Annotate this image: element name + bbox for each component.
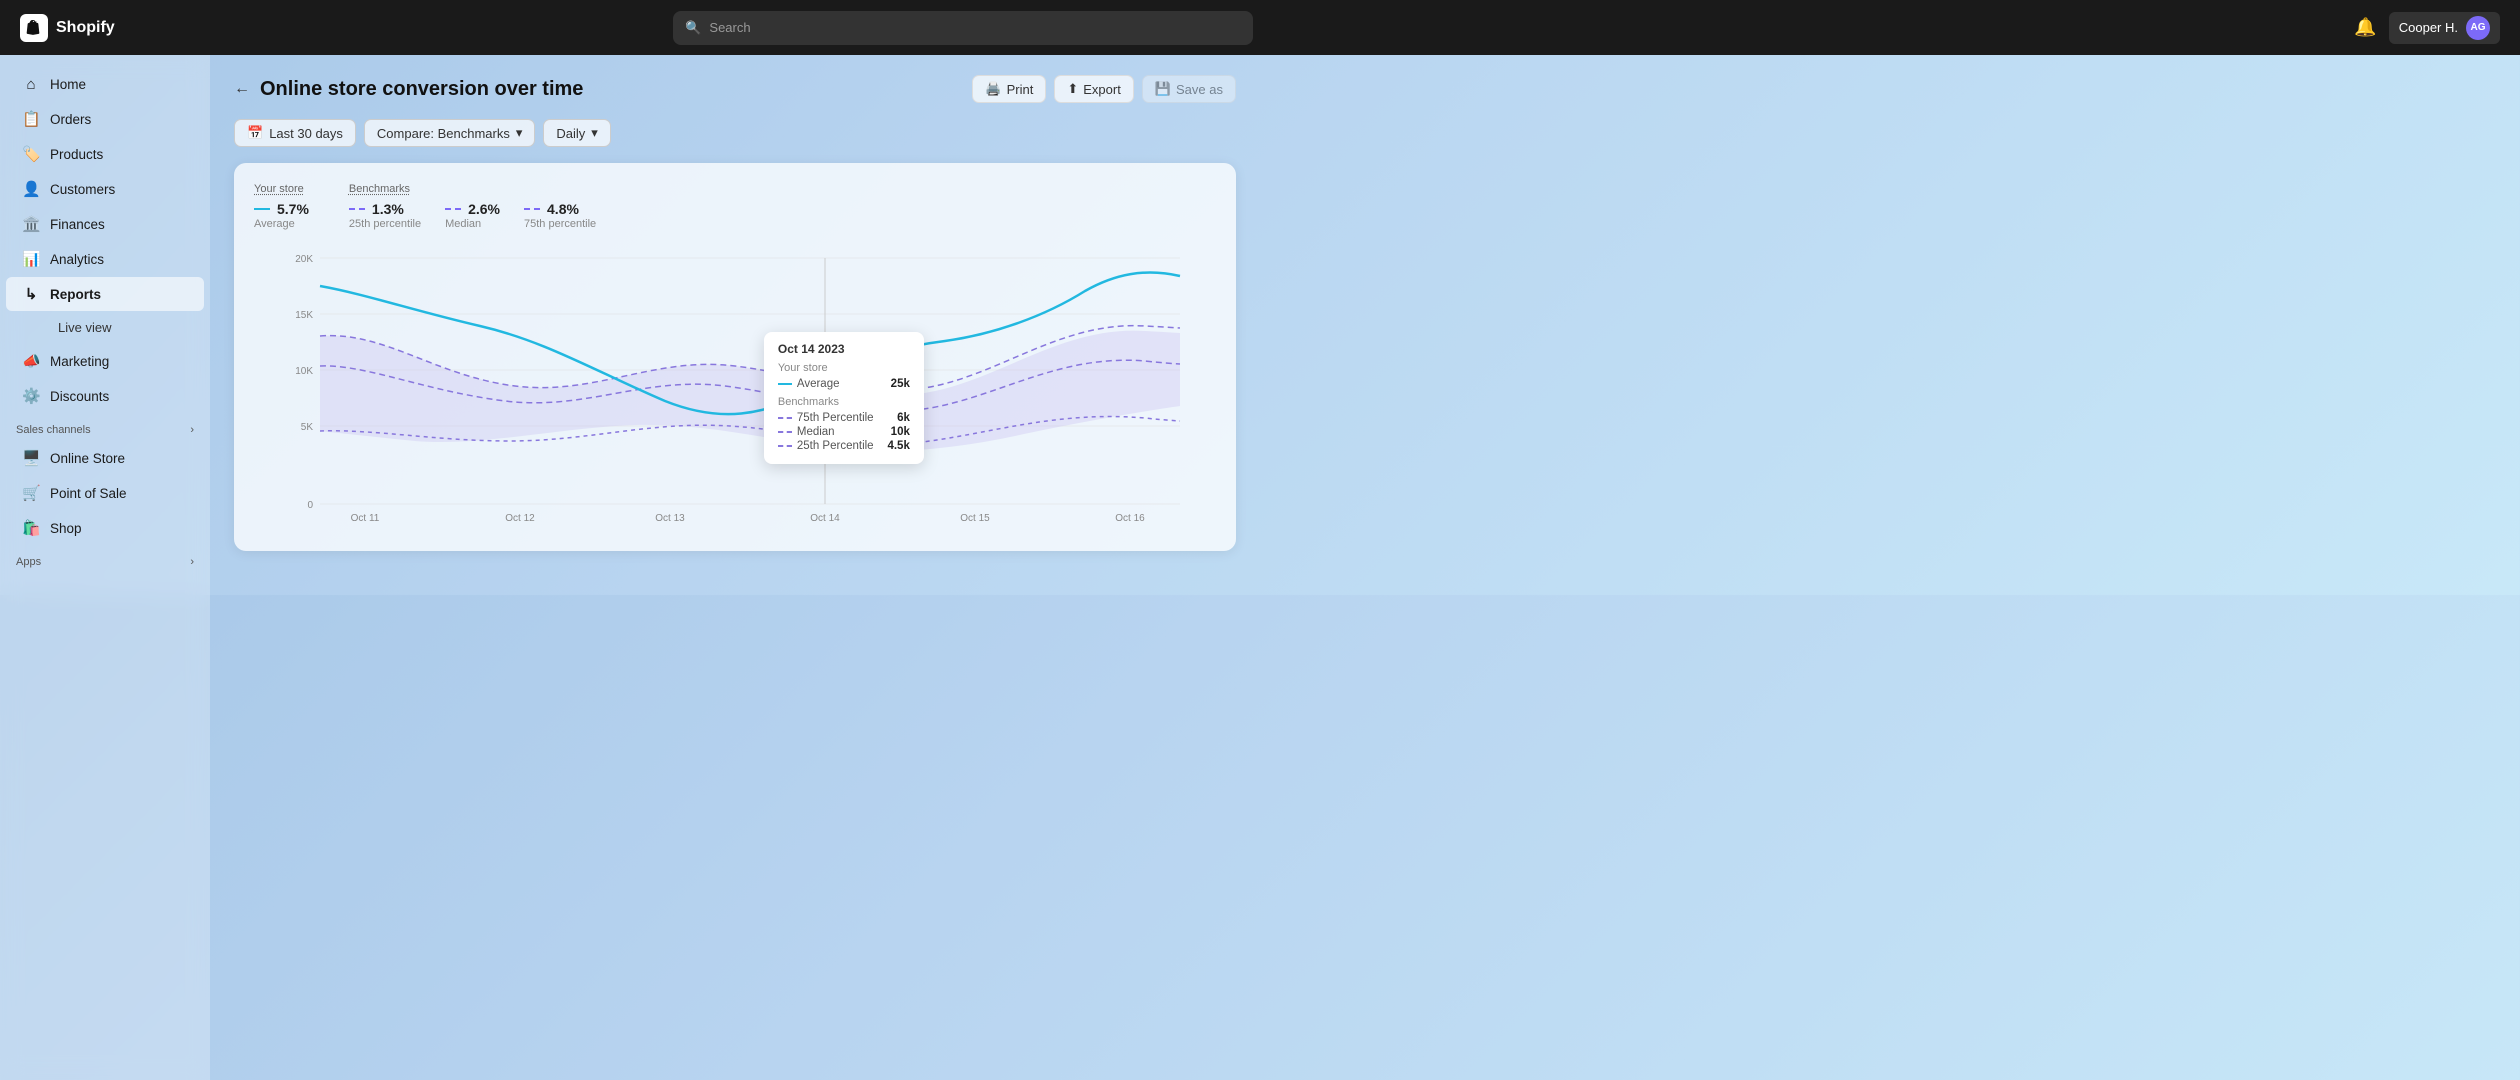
p75-line-indicator: [524, 208, 540, 210]
export-icon: ⬆: [1067, 81, 1078, 97]
average-line-indicator: [254, 208, 270, 210]
sidebar-item-finances[interactable]: 🏛️ Finances: [6, 207, 204, 241]
svg-text:Oct 12: Oct 12: [505, 513, 535, 524]
logo-text: Shopify: [56, 19, 115, 37]
products-icon: 🏷️: [22, 145, 40, 163]
sidebar-item-pos[interactable]: 🛒 Point of Sale: [6, 476, 204, 510]
save-as-button[interactable]: 💾 Save as: [1142, 75, 1236, 103]
search-bar[interactable]: 🔍 Search: [673, 11, 1253, 45]
back-button[interactable]: ←: [234, 80, 250, 98]
search-icon: 🔍: [685, 20, 701, 36]
shop-icon: 🛍️: [22, 519, 40, 537]
svg-text:20K: 20K: [295, 254, 313, 265]
p25-line-indicator: [349, 208, 365, 210]
sidebar-item-products[interactable]: 🏷️ Products: [6, 137, 204, 171]
svg-text:Oct 15: Oct 15: [960, 513, 990, 524]
svg-text:15K: 15K: [295, 310, 313, 321]
orders-icon: 📋: [22, 110, 40, 128]
sidebar-item-customers[interactable]: 👤 Customers: [6, 172, 204, 206]
svg-text:Oct 11: Oct 11: [351, 513, 380, 524]
stat-p75: 4.8% 75th percentile: [524, 201, 596, 230]
svg-text:10K: 10K: [295, 366, 313, 377]
apps-section: Apps ›: [0, 546, 210, 572]
avatar: AG: [2466, 16, 2490, 40]
chart-stats: Your store 5.7% Average Benchmarks: [254, 183, 1216, 230]
sales-channels-expand-icon[interactable]: ›: [190, 424, 194, 436]
benchmarks-label: Benchmarks: [349, 183, 596, 195]
sidebar-sub-reports: Live view: [0, 312, 210, 343]
header-actions: 🖨️ Print ⬆ Export 💾 Save as: [972, 75, 1236, 103]
chart-card: Your store 5.7% Average Benchmarks: [234, 163, 1236, 551]
customers-icon: 👤: [22, 180, 40, 198]
sales-channels-section: Sales channels ›: [0, 414, 210, 440]
median-line-indicator: [445, 208, 461, 210]
save-icon: 💾: [1155, 81, 1171, 97]
page-title-area: ← Online store conversion over time: [234, 78, 583, 101]
sidebar-item-marketing[interactable]: 📣 Marketing: [6, 344, 204, 378]
svg-text:Oct 13: Oct 13: [655, 513, 685, 524]
your-store-stats: Your store 5.7% Average: [254, 183, 309, 230]
main-content: ← Online store conversion over time 🖨️ P…: [210, 55, 1260, 1080]
chart-container: 20K 15K 10K 5K 0: [254, 246, 1216, 531]
chevron-down-icon-2: ▾: [591, 125, 598, 141]
notifications-button[interactable]: 🔔: [2354, 17, 2376, 38]
sidebar-item-online-store[interactable]: 🖥️ Online Store: [6, 441, 204, 475]
sidebar-item-discounts[interactable]: ⚙️ Discounts: [6, 379, 204, 413]
print-icon: 🖨️: [985, 81, 1001, 97]
sidebar-item-liveview[interactable]: Live view: [42, 312, 204, 343]
nav-right: 🔔 Cooper H. AG: [2354, 12, 2500, 44]
reports-icon: ↳: [22, 285, 40, 303]
pos-icon: 🛒: [22, 484, 40, 502]
apps-expand-icon[interactable]: ›: [190, 556, 194, 568]
filter-bar: 📅 Last 30 days Compare: Benchmarks ▾ Dai…: [234, 119, 1236, 147]
search-placeholder: Search: [709, 20, 750, 35]
sidebar-item-shop[interactable]: 🛍️ Shop: [6, 511, 204, 545]
finances-icon: 🏛️: [22, 215, 40, 233]
compare-filter[interactable]: Compare: Benchmarks ▾: [364, 119, 535, 147]
user-name: Cooper H.: [2399, 20, 2458, 35]
date-range-filter[interactable]: 📅 Last 30 days: [234, 119, 356, 147]
sidebar-item-orders[interactable]: 📋 Orders: [6, 102, 204, 136]
main-layout: ⌂ Home 📋 Orders 🏷️ Products 👤 Customers …: [0, 55, 1260, 1080]
your-store-label: Your store: [254, 183, 309, 195]
stat-average: 5.7% Average: [254, 201, 309, 230]
svg-text:0: 0: [307, 500, 313, 511]
top-navigation: Shopify 🔍 Search 🔔 Cooper H. AG: [0, 0, 2520, 55]
stat-median: 2.6% Median: [445, 201, 500, 230]
svg-text:5K: 5K: [301, 422, 314, 433]
logo-icon: [20, 14, 48, 42]
online-store-icon: 🖥️: [22, 449, 40, 467]
stat-p25: 1.3% 25th percentile: [349, 201, 421, 230]
svg-text:Oct 16: Oct 16: [1115, 513, 1145, 524]
logo[interactable]: Shopify: [20, 14, 115, 42]
analytics-icon: 📊: [22, 250, 40, 268]
chevron-down-icon: ▾: [516, 125, 523, 141]
sidebar: ⌂ Home 📋 Orders 🏷️ Products 👤 Customers …: [0, 55, 210, 1080]
sidebar-item-home[interactable]: ⌂ Home: [6, 68, 204, 101]
interval-filter[interactable]: Daily ▾: [543, 119, 610, 147]
svg-text:Oct 14: Oct 14: [810, 513, 840, 524]
discounts-icon: ⚙️: [22, 387, 40, 405]
export-button[interactable]: ⬆ Export: [1054, 75, 1133, 103]
sidebar-item-analytics[interactable]: 📊 Analytics: [6, 242, 204, 276]
calendar-icon: 📅: [247, 125, 263, 141]
page-header: ← Online store conversion over time 🖨️ P…: [234, 75, 1236, 103]
sidebar-item-reports[interactable]: ↳ Reports: [6, 277, 204, 311]
page-title: Online store conversion over time: [260, 78, 583, 101]
user-menu-button[interactable]: Cooper H. AG: [2389, 12, 2500, 44]
benchmarks-stats: Benchmarks 1.3% 25th percentile: [349, 183, 596, 230]
data-point: [820, 376, 830, 386]
print-button[interactable]: 🖨️ Print: [972, 75, 1046, 103]
chart-svg: 20K 15K 10K 5K 0: [254, 246, 1216, 526]
marketing-icon: 📣: [22, 352, 40, 370]
home-icon: ⌂: [22, 76, 40, 93]
